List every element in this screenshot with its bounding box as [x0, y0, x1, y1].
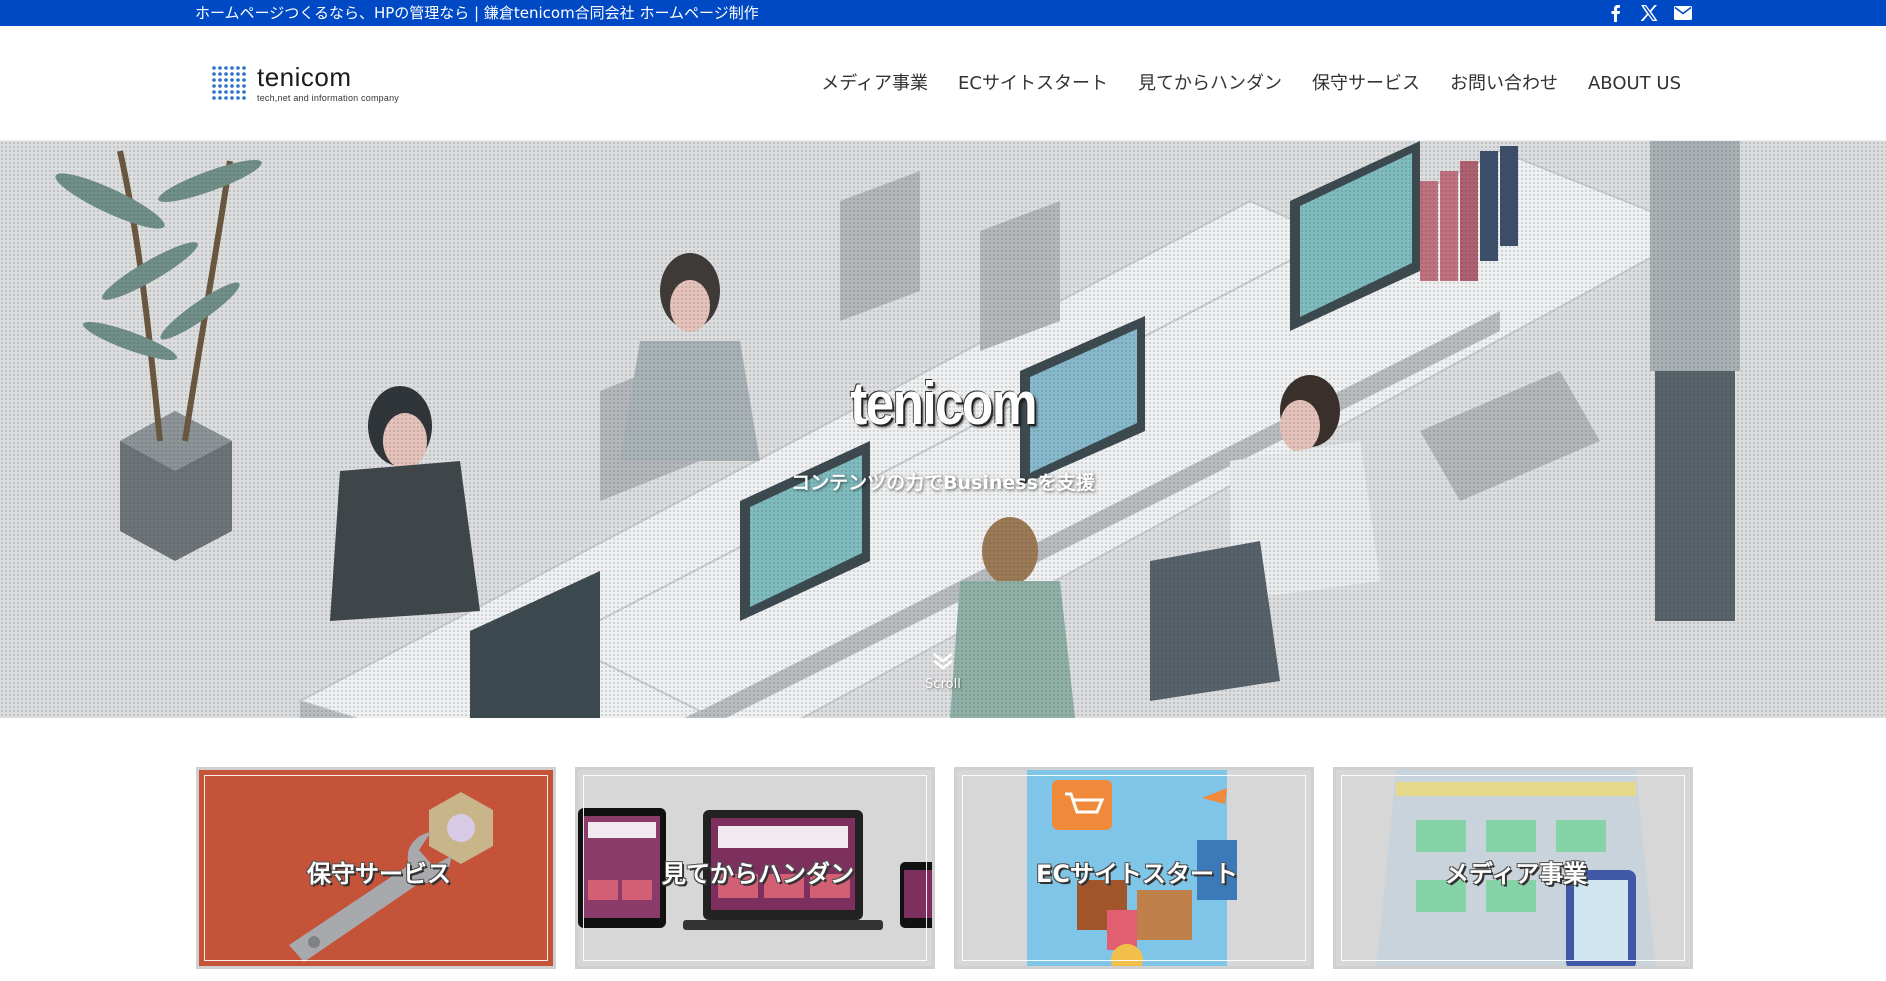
logo-name: tenicom — [257, 62, 352, 92]
chevron-down-icon — [933, 653, 953, 670]
hero-banner: tenicom コンテンツの力でBusinessを支援 Scroll — [0, 141, 1886, 718]
hero-subtitle: コンテンツの力でBusinessを支援 — [791, 472, 1095, 494]
nav-item-about[interactable]: ABOUT US — [1573, 69, 1681, 99]
scroll-label: Scroll — [925, 677, 961, 692]
logo-dots-icon — [212, 66, 246, 100]
card-label: メディア事業 — [1444, 859, 1588, 888]
nav-item-media[interactable]: メディア事業 — [806, 69, 943, 99]
nav-item-mitekara-handan[interactable]: 見てからハンダン — [1123, 69, 1297, 99]
site-logo[interactable]: tenicom tech,net and information company — [211, 64, 399, 104]
main-nav: メディア事業 ECサイトスタート 見てからハンダン 保守サービス お問い合わせ … — [806, 69, 1681, 99]
card-media[interactable]: メディア事業 — [1333, 767, 1693, 969]
card-label: 見てからハンダン — [662, 859, 854, 888]
nav-item-maintenance[interactable]: 保守サービス — [1297, 69, 1435, 99]
nav-item-ec-start[interactable]: ECサイトスタート — [943, 69, 1123, 99]
social-links — [1604, 2, 1694, 24]
card-maintenance[interactable]: 保守サービス — [196, 767, 556, 969]
logo-tagline: tech,net and information company — [257, 93, 399, 103]
site-header: tenicom tech,net and information company… — [0, 26, 1886, 141]
card-ec-start[interactable]: ECサイトスタート — [954, 767, 1314, 969]
mail-icon[interactable] — [1672, 2, 1694, 24]
facebook-icon[interactable] — [1604, 2, 1626, 24]
card-label: ECサイトスタート — [1035, 859, 1238, 888]
nav-item-contact[interactable]: お問い合わせ — [1435, 69, 1573, 99]
card-mitekara-handan[interactable]: 見てからハンダン — [575, 767, 935, 969]
hero-title: tenicom — [850, 370, 1038, 437]
x-icon[interactable] — [1638, 2, 1660, 24]
top-bar: ホームページつくるなら、HPの管理なら | 鎌倉tenicom合同会社 ホームペ… — [0, 0, 1886, 26]
service-cards: 保守サービス 見てからハンダン ECサイトスタート メディア事業 — [196, 767, 1696, 969]
scroll-down-button[interactable]: Scroll — [918, 651, 968, 692]
site-tagline: ホームページつくるなら、HPの管理なら | 鎌倉tenicom合同会社 ホームペ… — [195, 4, 759, 22]
card-label: 保守サービス — [307, 859, 451, 888]
